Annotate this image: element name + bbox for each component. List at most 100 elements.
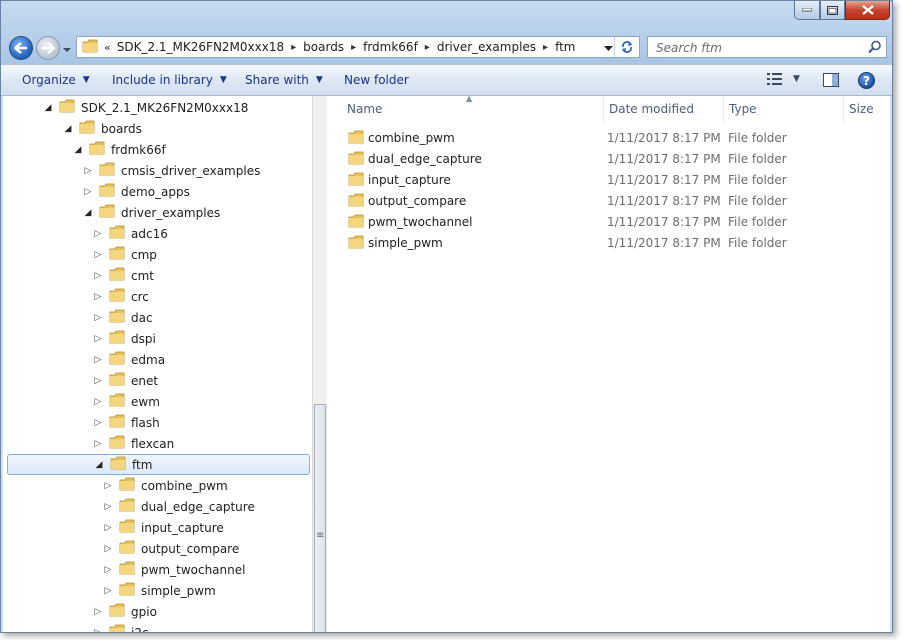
column-header-size[interactable]: Size [844, 96, 890, 122]
tree-item[interactable]: ▷ i2c [93, 622, 149, 633]
tree-item[interactable]: ◢ frdmk66f [73, 139, 166, 160]
file-row[interactable]: pwm_twochannel 1/11/2017 8:17 PM File fold… [328, 212, 890, 233]
maximize-button[interactable] [820, 1, 845, 20]
chevron-down-icon[interactable]: ▼ [793, 74, 800, 84]
collapsed-arrow-icon[interactable]: ▷ [83, 187, 93, 197]
collapsed-arrow-icon[interactable]: ▷ [93, 439, 103, 449]
folder-icon [109, 414, 125, 431]
collapsed-arrow-icon[interactable]: ▷ [93, 250, 103, 260]
preview-pane-button[interactable] [823, 73, 839, 90]
tree-item[interactable]: ▷ combine_pwm [103, 475, 228, 496]
collapsed-arrow-icon[interactable]: ▷ [103, 502, 113, 512]
file-name: input_capture [368, 173, 451, 187]
tree-item-label: ewm [131, 394, 160, 409]
tree-item[interactable]: ▷ demo_apps [83, 181, 190, 202]
file-row[interactable]: simple_pwm 1/11/2017 8:17 PM File folder [328, 233, 890, 254]
tree-item[interactable]: ◢ driver_examples [83, 202, 220, 223]
share-with-menu[interactable]: Share with ▼ [245, 73, 323, 87]
tree-item[interactable]: ▷ input_capture [103, 517, 224, 538]
address-overflow-chevron[interactable]: « [104, 41, 111, 54]
tree-item[interactable]: ▷ ewm [93, 391, 160, 412]
tree-item[interactable]: ▷ dspi [93, 328, 156, 349]
expanded-arrow-icon[interactable]: ◢ [83, 208, 93, 218]
file-date-modified: 1/11/2017 8:17 PM [607, 131, 721, 145]
tree-item[interactable]: ▷ output_compare [103, 538, 239, 559]
collapsed-arrow-icon[interactable]: ▷ [93, 229, 103, 239]
tree-item[interactable]: ▷ dual_edge_capture [103, 496, 255, 517]
expanded-arrow-icon[interactable]: ◢ [73, 145, 83, 155]
tree-item[interactable]: ▷ flexcan [93, 433, 174, 454]
collapsed-arrow-icon[interactable]: ▷ [93, 271, 103, 281]
tree-item[interactable]: ▷ pwm_twochannel [103, 559, 245, 580]
collapsed-arrow-icon[interactable]: ▷ [93, 607, 103, 617]
collapsed-arrow-icon[interactable]: ▷ [93, 397, 103, 407]
tree-item[interactable]: ▷ edma [93, 349, 165, 370]
collapsed-arrow-icon[interactable]: ▷ [93, 313, 103, 323]
tree-item[interactable]: ▷ flash [93, 412, 160, 433]
collapsed-arrow-icon[interactable]: ▷ [103, 481, 113, 491]
expanded-arrow-icon[interactable]: ◢ [63, 124, 73, 134]
organize-menu[interactable]: Organize ▼ [22, 73, 90, 87]
tree-item[interactable]: ▷ cmt [93, 265, 154, 286]
collapsed-arrow-icon[interactable]: ▷ [93, 334, 103, 344]
help-button[interactable]: ? [858, 72, 875, 89]
minimize-button[interactable] [794, 1, 820, 20]
expanded-arrow-icon[interactable]: ◢ [94, 460, 104, 470]
address-bar[interactable]: « SDK_2.1_MK26FN2M0xxx18 ▸ boards ▸ frdm… [76, 36, 640, 58]
chevron-right-icon[interactable]: ▸ [291, 42, 296, 53]
change-view-button[interactable]: ▼ [767, 73, 800, 85]
include-in-library-menu[interactable]: Include in library ▼ [112, 73, 227, 87]
tree-item[interactable]: ▷ simple_pwm [103, 580, 216, 601]
chevron-right-icon[interactable]: ▸ [425, 42, 430, 53]
nav-pane-scrollbar[interactable]: ≡ [312, 96, 327, 632]
tree-item[interactable]: ▷ cmp [93, 244, 157, 265]
tree-item[interactable]: ▷ crc [93, 286, 149, 307]
collapsed-arrow-icon[interactable]: ▷ [103, 544, 113, 554]
search-icon[interactable] [868, 40, 882, 57]
new-folder-button[interactable]: New folder [344, 73, 409, 87]
collapsed-arrow-icon[interactable]: ▷ [93, 292, 103, 302]
breadcrumb-boards[interactable]: boards [303, 40, 344, 54]
collapsed-arrow-icon[interactable]: ▷ [93, 355, 103, 365]
collapsed-arrow-icon[interactable]: ▷ [93, 628, 103, 633]
tree-item[interactable]: ▷ gpio [93, 601, 157, 622]
refresh-icon [622, 41, 632, 53]
column-header-date-modified[interactable]: Date modified [604, 96, 724, 122]
forward-button[interactable] [36, 36, 60, 60]
chevron-right-icon[interactable]: ▸ [351, 42, 356, 53]
file-row[interactable]: input_capture 1/11/2017 8:17 PM File folde… [328, 170, 890, 191]
breadcrumb-root[interactable]: SDK_2.1_MK26FN2M0xxx18 [117, 40, 284, 54]
tree-item[interactable]: ◢ boards [63, 118, 142, 139]
scrollbar-thumb[interactable] [314, 404, 326, 632]
tree-item[interactable]: ▷ dac [93, 307, 153, 328]
close-button[interactable] [845, 1, 890, 20]
file-row[interactable]: combine_pwm 1/11/2017 8:17 PM File folder [328, 128, 890, 149]
collapsed-arrow-icon[interactable]: ▷ [103, 523, 113, 533]
column-header-name[interactable]: Name ▲ [328, 94, 604, 122]
breadcrumb-driver-examples[interactable]: driver_examples [437, 40, 536, 54]
file-name: pwm_twochannel [368, 215, 473, 229]
file-row[interactable]: output_compare 1/11/2017 8:17 PM File fold… [328, 191, 890, 212]
navigation-pane[interactable]: ◢ SDK_2.1_MK26FN2M0xxx18 ◢ boards ◢ frdmk66f ▷… [3, 96, 312, 633]
tree-item[interactable]: ◢ SDK_2.1_MK26FN2M0xxx18 [43, 97, 248, 118]
breadcrumb-frdmk66f[interactable]: frdmk66f [363, 40, 418, 54]
tree-item[interactable]: ◢ ftm [7, 454, 310, 475]
column-header-type[interactable]: Type [724, 96, 844, 122]
file-row[interactable]: dual_edge_capture 1/11/2017 8:17 PM File f… [328, 149, 890, 170]
tree-item[interactable]: ▷ enet [93, 370, 158, 391]
tree-item[interactable]: ▷ cmsis_driver_examples [83, 160, 260, 181]
collapsed-arrow-icon[interactable]: ▷ [83, 166, 93, 176]
search-input[interactable] [654, 39, 858, 57]
collapsed-arrow-icon[interactable]: ▷ [103, 565, 113, 575]
chevron-right-icon[interactable]: ▸ [543, 42, 548, 53]
collapsed-arrow-icon[interactable]: ▷ [93, 376, 103, 386]
breadcrumb-ftm[interactable]: ftm [555, 40, 575, 54]
refresh-button[interactable] [614, 37, 639, 57]
back-button[interactable] [9, 36, 33, 60]
expanded-arrow-icon[interactable]: ◢ [43, 103, 53, 113]
collapsed-arrow-icon[interactable]: ▷ [103, 586, 113, 596]
tree-item[interactable]: ▷ adc16 [93, 223, 168, 244]
collapsed-arrow-icon[interactable]: ▷ [93, 418, 103, 428]
address-dropdown-button[interactable] [604, 41, 613, 55]
recent-pages-button[interactable] [63, 42, 73, 54]
